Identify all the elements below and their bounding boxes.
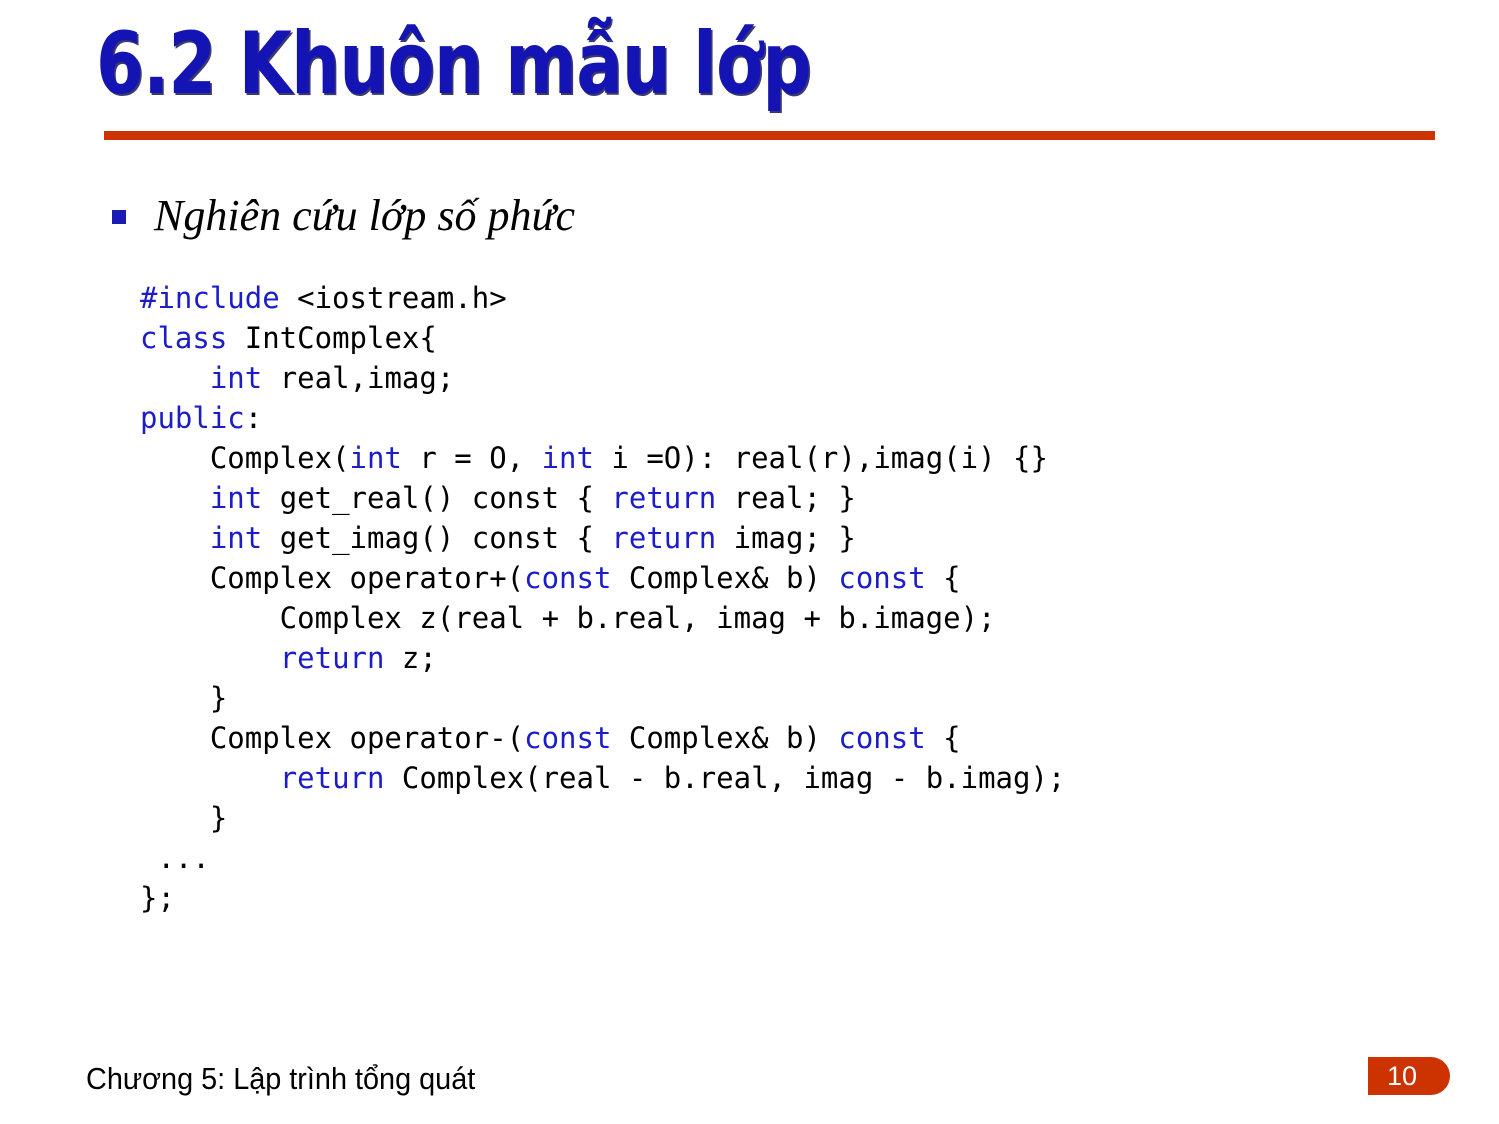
code-line: int get_real() const { return real; } <box>140 478 1430 518</box>
code-text: Complex(real - b.real, imag - b.imag); <box>401 761 1066 795</box>
code-line: }; <box>140 878 1430 918</box>
code-line: ... <box>140 838 1430 878</box>
code-line: Complex z(real + b.real, imag + b.image)… <box>140 598 1430 638</box>
code-text: : <box>244 401 263 435</box>
code-text: ... <box>140 841 210 875</box>
code-line: Complex(int r = O, int i =O): real(r),im… <box>140 438 1430 478</box>
code-line: return Complex(real - b.real, imag - b.i… <box>140 758 1430 798</box>
page-number-badge: 10 <box>1368 1057 1450 1095</box>
code-keyword: int <box>209 361 280 395</box>
code-text: } <box>140 681 228 715</box>
code-text: } <box>140 801 228 835</box>
code-text: real; } <box>733 481 856 515</box>
code-keyword: class <box>140 321 245 355</box>
code-keyword: return <box>611 481 734 515</box>
code-text: get_imag() const { <box>279 521 612 555</box>
code-line: #include <iostream.h> <box>140 278 1430 318</box>
code-text: Complex operator-( <box>140 721 525 755</box>
code-line: Complex operator-(const Complex& b) cons… <box>140 718 1430 758</box>
code-keyword: return <box>611 521 734 555</box>
code-keyword: #include <box>140 281 298 315</box>
code-line: class IntComplex{ <box>140 318 1430 358</box>
code-listing: #include <iostream.h> class IntComplex{ i… <box>140 278 1430 918</box>
code-text: Complex& b) <box>628 721 839 755</box>
title-divider-rule <box>104 131 1435 140</box>
code-line: public: <box>140 398 1430 438</box>
code-keyword: return <box>279 761 402 795</box>
bullet-item: Nghiên cứu lớp số phức <box>112 190 1312 242</box>
code-line: int get_imag() const { return imag; } <box>140 518 1430 558</box>
square-bullet-icon <box>112 210 126 224</box>
code-keyword: int <box>349 441 420 475</box>
code-text: get_real() const { <box>279 481 612 515</box>
code-line: Complex operator+(const Complex& b) cons… <box>140 558 1430 598</box>
code-keyword: return <box>279 641 402 675</box>
code-text: Complex z(real + b.real, imag + b.image)… <box>140 601 996 635</box>
code-keyword: const <box>524 721 629 755</box>
code-text: IntComplex{ <box>244 321 437 355</box>
code-line: int real,imag; <box>140 358 1430 398</box>
page-title: 6.2 Khuôn mẫu lớp <box>96 14 812 114</box>
footer-label: Chương 5: Lập trình tổng quát <box>86 1061 476 1096</box>
code-text: z; <box>401 641 437 675</box>
code-keyword: int <box>209 481 280 515</box>
code-line: return z; <box>140 638 1430 678</box>
code-keyword: int <box>541 441 612 475</box>
code-text: Complex( <box>140 441 350 475</box>
code-line: } <box>140 678 1430 718</box>
code-text: }; <box>140 881 175 915</box>
code-keyword: public <box>140 401 245 435</box>
code-keyword: const <box>524 561 629 595</box>
code-line: } <box>140 798 1430 838</box>
code-keyword: const <box>838 721 944 755</box>
code-text: { <box>943 721 961 755</box>
code-text: Complex& b) <box>628 561 839 595</box>
bullet-item-label: Nghiên cứu lớp số phức <box>154 191 575 240</box>
code-text: imag; } <box>733 521 856 555</box>
code-text: i =O): real(r),imag(i) {} <box>611 441 1048 475</box>
code-keyword: int <box>209 521 280 555</box>
code-text: r = O, <box>419 441 542 475</box>
code-text: real,imag; <box>279 361 455 395</box>
code-text: { <box>943 561 961 595</box>
code-text: <iostream.h> <box>297 281 507 315</box>
code-text: Complex operator+( <box>140 561 525 595</box>
code-keyword: const <box>838 561 944 595</box>
